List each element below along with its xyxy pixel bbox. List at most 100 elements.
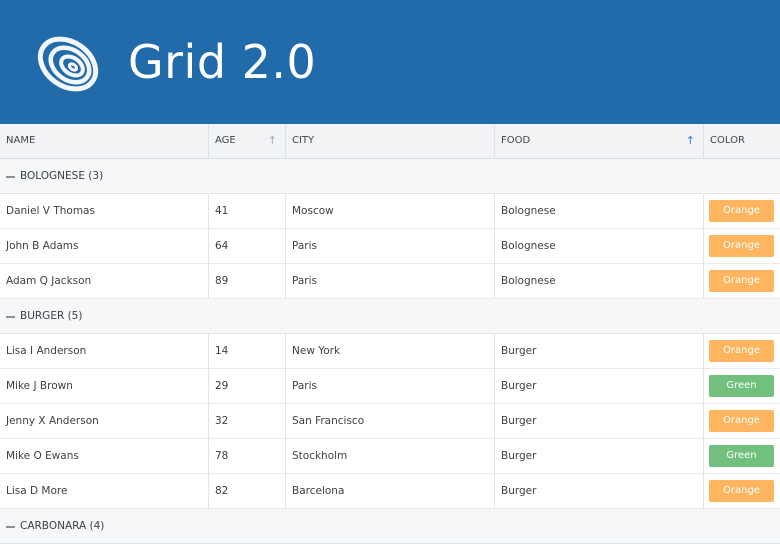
- cell-age[interactable]: 41: [209, 194, 286, 228]
- cell-food[interactable]: Bolognese: [495, 229, 704, 263]
- color-badge: Green: [709, 375, 774, 397]
- color-badge: Orange: [709, 480, 774, 502]
- cell-text: Burger: [501, 345, 537, 357]
- cell-city[interactable]: Moscow: [286, 194, 495, 228]
- cell-text: 78: [215, 450, 229, 462]
- table-row[interactable]: Daniel V Thomas 41 Moscow Bolognese Orange: [0, 194, 780, 229]
- data-grid: NAME AGE ↑ CITY FOOD ↑ COLOR BOLOGNESE (3)…: [0, 124, 780, 544]
- cell-text: Bolognese: [501, 275, 556, 287]
- sort-arrow-up-icon[interactable]: ↑: [686, 124, 695, 158]
- cell-age[interactable]: 32: [209, 404, 286, 438]
- cell-food[interactable]: Burger: [495, 474, 704, 508]
- table-row[interactable]: Mike O Ewans 78 Stockholm Burger Green: [0, 439, 780, 474]
- cell-text: Mike J Brown: [6, 380, 73, 392]
- cell-food[interactable]: Burger: [495, 404, 704, 438]
- column-header-label: FOOD: [501, 135, 531, 146]
- cell-name[interactable]: Jenny X Anderson: [0, 404, 209, 438]
- cell-name[interactable]: John B Adams: [0, 229, 209, 263]
- column-header-label: NAME: [6, 135, 36, 146]
- cell-food[interactable]: Burger: [495, 439, 704, 473]
- cell-text: Paris: [292, 380, 317, 392]
- group-row[interactable]: CARBONARA (4): [0, 509, 780, 544]
- cell-food[interactable]: Burger: [495, 369, 704, 403]
- cell-text: San Francisco: [292, 415, 365, 427]
- table-row[interactable]: Lisa I Anderson 14 New York Burger Orange: [0, 334, 780, 369]
- cell-city[interactable]: Paris: [286, 229, 495, 263]
- group-row[interactable]: BOLOGNESE (3): [0, 159, 780, 194]
- cell-city[interactable]: Paris: [286, 264, 495, 298]
- group-label: BOLOGNESE (3): [20, 170, 104, 182]
- cell-city[interactable]: Paris: [286, 369, 495, 403]
- table-row[interactable]: Adam Q Jackson 89 Paris Bolognese Orange: [0, 264, 780, 299]
- cell-text: Paris: [292, 275, 317, 287]
- column-header-name[interactable]: NAME: [0, 124, 209, 158]
- cell-name[interactable]: Lisa I Anderson: [0, 334, 209, 368]
- collapse-group-icon[interactable]: [6, 176, 15, 178]
- cell-text: 89: [215, 275, 229, 287]
- cell-city[interactable]: Stockholm: [286, 439, 495, 473]
- sort-arrow-up-icon[interactable]: ↑: [268, 124, 277, 158]
- color-badge: Orange: [709, 235, 774, 257]
- cell-age[interactable]: 14: [209, 334, 286, 368]
- app-header: Grid 2.0: [0, 0, 780, 124]
- cell-text: Barcelona: [292, 485, 345, 497]
- cell-color[interactable]: Orange: [704, 194, 780, 228]
- cell-name[interactable]: Adam Q Jackson: [0, 264, 209, 298]
- table-row[interactable]: Jenny X Anderson 32 San Francisco Burger Ora…: [0, 404, 780, 439]
- cell-text: Burger: [501, 380, 537, 392]
- group-row[interactable]: BURGER (5): [0, 299, 780, 334]
- color-badge: Orange: [709, 410, 774, 432]
- cell-text: Stockholm: [292, 450, 348, 462]
- table-row[interactable]: Mike J Brown 29 Paris Burger Green: [0, 369, 780, 404]
- cell-text: Moscow: [292, 205, 334, 217]
- column-header-color[interactable]: COLOR: [704, 124, 780, 158]
- cell-food[interactable]: Bolognese: [495, 194, 704, 228]
- cell-color[interactable]: Orange: [704, 229, 780, 263]
- cell-text: 29: [215, 380, 229, 392]
- table-row[interactable]: John B Adams 64 Paris Bolognese Orange: [0, 229, 780, 264]
- cell-food[interactable]: Bolognese: [495, 264, 704, 298]
- cell-text: Adam Q Jackson: [6, 275, 92, 287]
- color-badge: Orange: [709, 340, 774, 362]
- spiral-logo-icon: [37, 36, 99, 92]
- cell-name[interactable]: Lisa D More: [0, 474, 209, 508]
- column-header-food[interactable]: FOOD ↑: [495, 124, 704, 158]
- column-header-age[interactable]: AGE ↑: [209, 124, 286, 158]
- cell-food[interactable]: Burger: [495, 334, 704, 368]
- cell-age[interactable]: 89: [209, 264, 286, 298]
- cell-text: Burger: [501, 415, 537, 427]
- cell-text: Mike O Ewans: [6, 450, 79, 462]
- color-badge: Orange: [709, 200, 774, 222]
- cell-text: 41: [215, 205, 229, 217]
- cell-age[interactable]: 29: [209, 369, 286, 403]
- cell-name[interactable]: Daniel V Thomas: [0, 194, 209, 228]
- cell-text: 64: [215, 240, 229, 252]
- cell-name[interactable]: Mike J Brown: [0, 369, 209, 403]
- cell-color[interactable]: Green: [704, 369, 780, 403]
- cell-text: Lisa I Anderson: [6, 345, 87, 357]
- cell-color[interactable]: Orange: [704, 404, 780, 438]
- collapse-group-icon[interactable]: [6, 526, 15, 528]
- cell-text: 14: [215, 345, 229, 357]
- cell-city[interactable]: New York: [286, 334, 495, 368]
- column-header-city[interactable]: CITY: [286, 124, 495, 158]
- table-row[interactable]: Lisa D More 82 Barcelona Burger Orange: [0, 474, 780, 509]
- cell-age[interactable]: 78: [209, 439, 286, 473]
- cell-age[interactable]: 82: [209, 474, 286, 508]
- cell-color[interactable]: Green: [704, 439, 780, 473]
- collapse-group-icon[interactable]: [6, 316, 15, 318]
- column-header-label: CITY: [292, 135, 315, 146]
- cell-color[interactable]: Orange: [704, 334, 780, 368]
- cell-text: Burger: [501, 450, 537, 462]
- color-badge: Orange: [709, 270, 774, 292]
- cell-text: 32: [215, 415, 229, 427]
- cell-city[interactable]: San Francisco: [286, 404, 495, 438]
- cell-text: Bolognese: [501, 205, 556, 217]
- cell-age[interactable]: 64: [209, 229, 286, 263]
- cell-text: Jenny X Anderson: [6, 415, 99, 427]
- cell-color[interactable]: Orange: [704, 264, 780, 298]
- cell-city[interactable]: Barcelona: [286, 474, 495, 508]
- cell-name[interactable]: Mike O Ewans: [0, 439, 209, 473]
- cell-color[interactable]: Orange: [704, 474, 780, 508]
- color-badge: Green: [709, 445, 774, 467]
